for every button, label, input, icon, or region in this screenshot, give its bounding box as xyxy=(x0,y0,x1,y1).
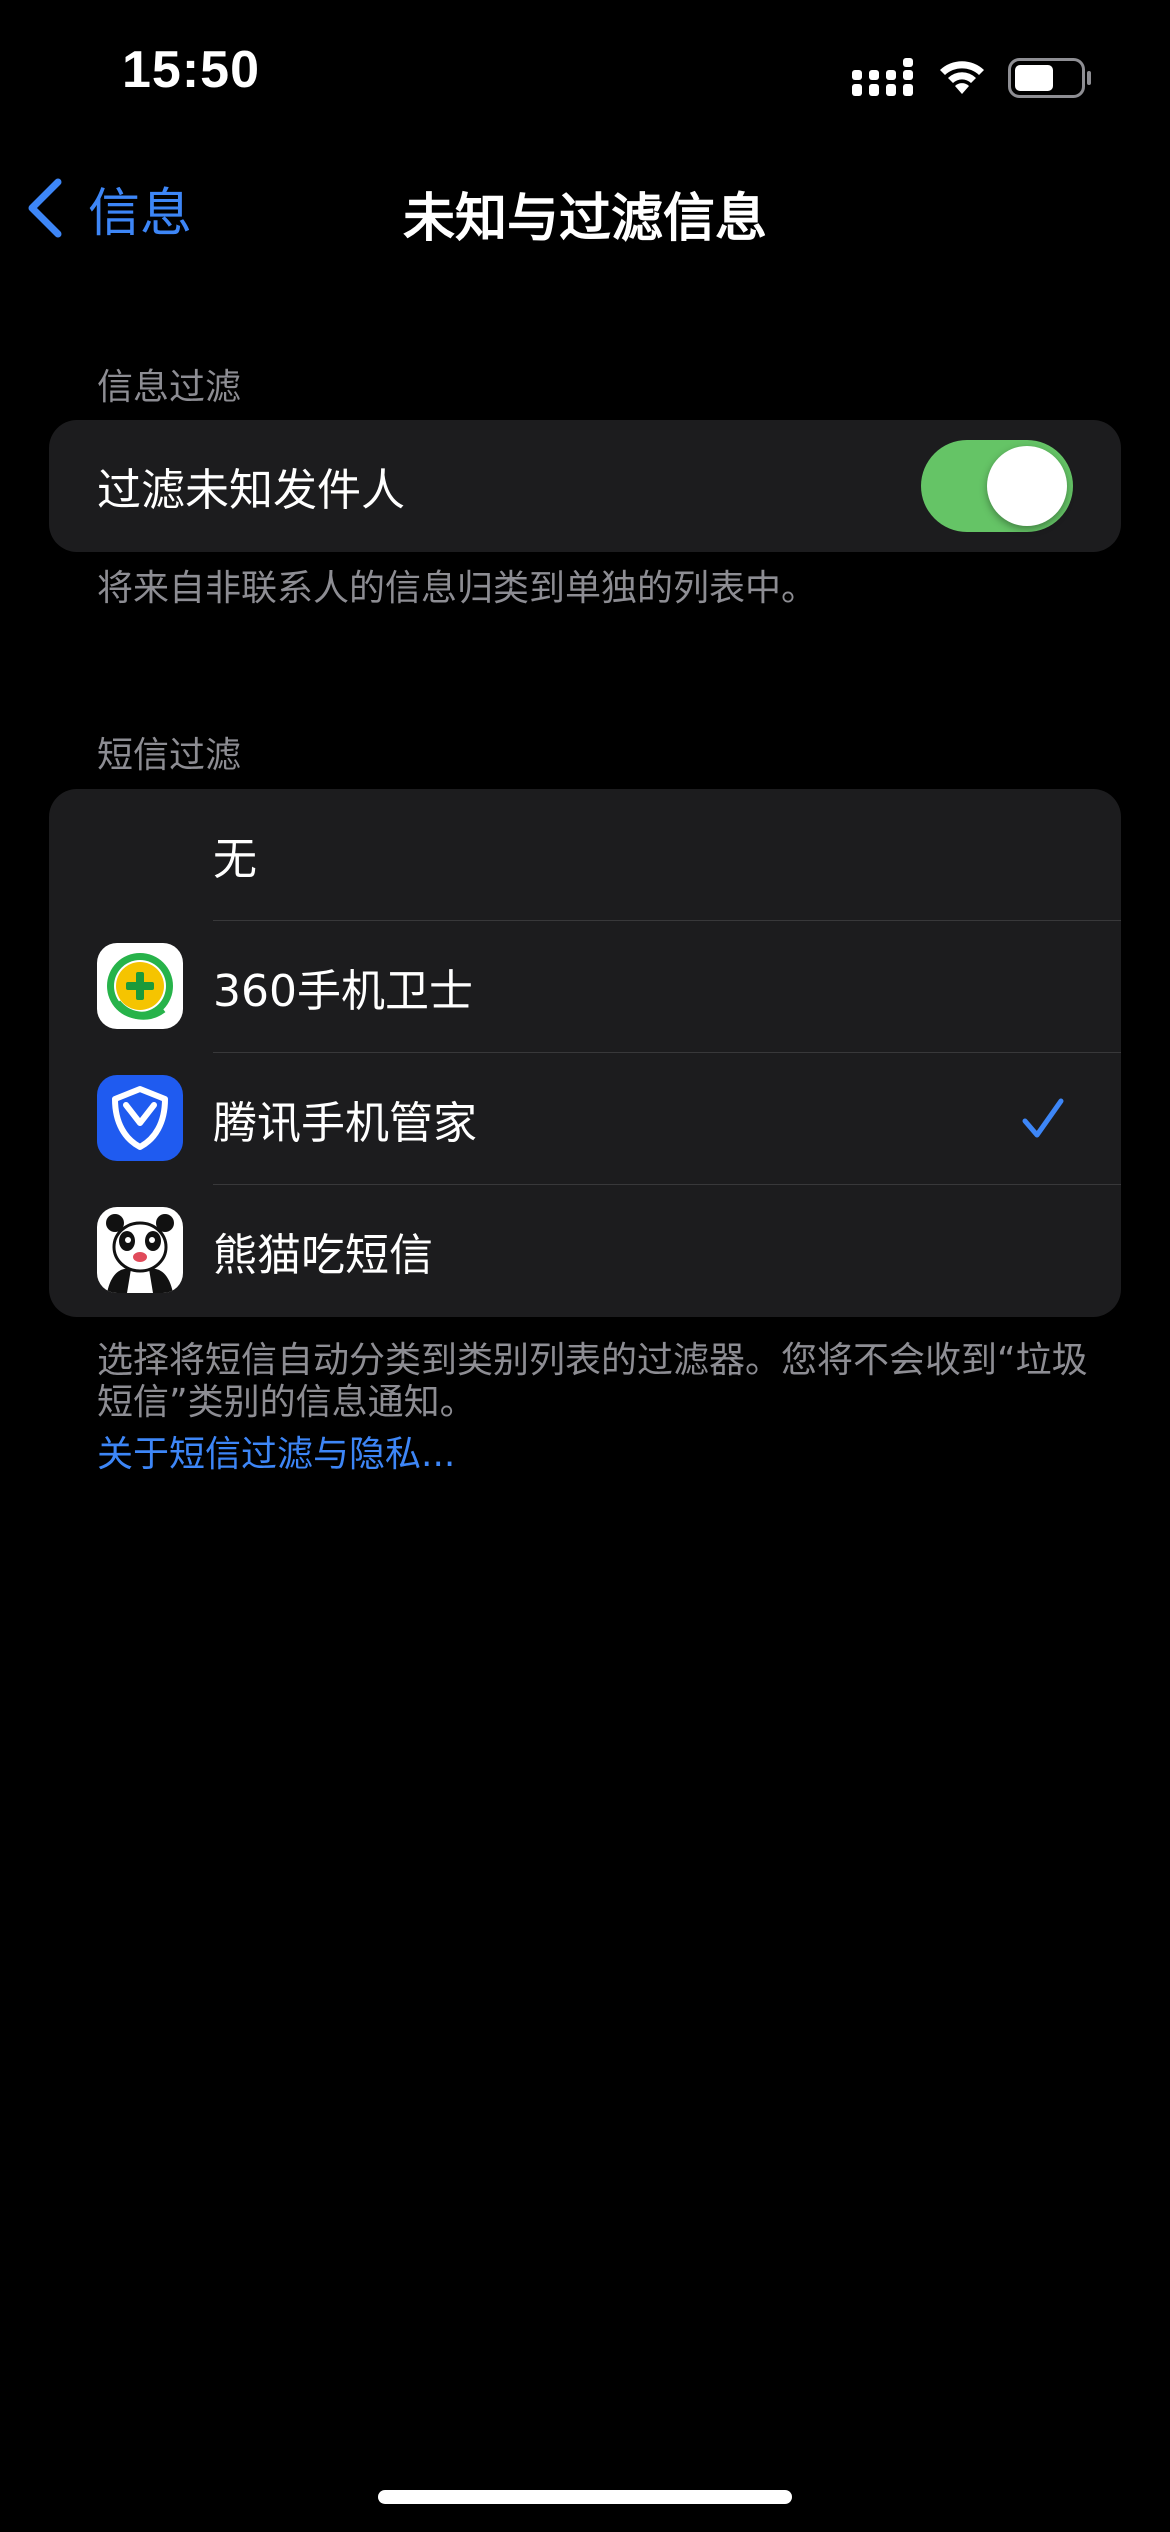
sms-filter-option-none[interactable]: 无 xyxy=(49,789,1121,921)
option-label: 腾讯手机管家 xyxy=(213,1098,477,1149)
option-label: 无 xyxy=(213,834,257,885)
message-filter-group: 过滤未知发件人 xyxy=(49,420,1121,552)
status-time: 15:50 xyxy=(122,41,260,99)
sms-filter-option-360[interactable]: 360手机卫士 xyxy=(49,921,1121,1053)
sms-filter-option-panda[interactable]: 熊猫吃短信 xyxy=(49,1185,1121,1317)
sms-filter-option-tencent[interactable]: 腾讯手机管家 xyxy=(49,1053,1121,1185)
360-security-app-icon xyxy=(97,943,183,1029)
section-footer-sms-filter: 选择将短信自动分类到类别列表的过滤器。您将不会收到“垃圾短信”类别的信息通知。 xyxy=(97,1340,1088,1423)
option-label: 熊猫吃短信 xyxy=(213,1230,433,1281)
checkmark-icon xyxy=(1022,1098,1064,1138)
section-footer-message-filter: 将来自非联系人的信息归类到单独的列表中。 xyxy=(97,568,818,609)
battery-icon xyxy=(1008,58,1092,98)
filter-unknown-senders-toggle[interactable] xyxy=(921,440,1073,532)
toggle-knob xyxy=(987,446,1067,526)
home-indicator[interactable] xyxy=(378,2490,792,2504)
filter-unknown-senders-label: 过滤未知发件人 xyxy=(97,465,405,516)
sms-filter-privacy-link[interactable]: 关于短信过滤与隐私... xyxy=(97,1425,455,1477)
section-header-message-filter: 信息过滤 xyxy=(97,367,242,408)
page-title: 未知与过滤信息 xyxy=(402,189,767,249)
section-header-sms-filter: 短信过滤 xyxy=(97,735,242,776)
filter-unknown-senders-row: 过滤未知发件人 xyxy=(49,420,1121,552)
panda-sms-app-icon xyxy=(97,1207,183,1293)
option-label: 360手机卫士 xyxy=(213,966,473,1017)
tencent-manager-app-icon xyxy=(97,1075,183,1161)
sms-filter-group: 无 360手机卫士 腾讯手机管家 熊猫吃短信 xyxy=(49,789,1121,1317)
cellular-signal-icon xyxy=(852,58,916,98)
wifi-icon xyxy=(934,54,990,98)
